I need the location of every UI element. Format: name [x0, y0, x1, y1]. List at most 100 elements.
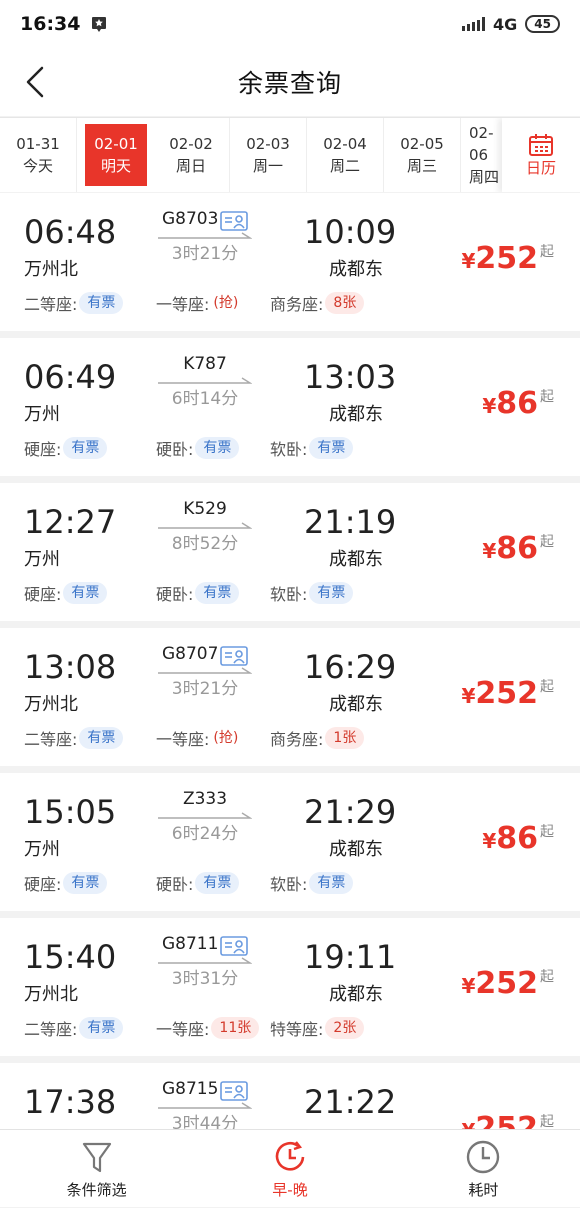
- seat-item: 硬座: 有票: [24, 436, 156, 460]
- arrival-time: 16:29: [304, 648, 397, 686]
- departure-time: 13:08: [24, 648, 117, 686]
- tab-timer[interactable]: 耗时: [387, 1130, 580, 1207]
- date-tab-02-01[interactable]: 02-01 明天: [85, 124, 147, 186]
- seat-item: 二等座: 有票: [24, 726, 156, 750]
- seat-label: 硬座:: [24, 875, 62, 894]
- tab-clock[interactable]: 早-晚: [193, 1130, 386, 1207]
- price-value: 252: [475, 676, 538, 711]
- currency-symbol: ¥: [482, 539, 497, 563]
- network-type: 4G: [493, 14, 518, 34]
- calendar-icon: [529, 134, 553, 156]
- seat-label: 二等座:: [24, 730, 78, 749]
- departure-station: 万州北: [24, 984, 78, 1005]
- weekday-text: 周二: [329, 157, 360, 175]
- seat-status-badge: 有票: [309, 582, 354, 604]
- date-tab-02-03[interactable]: 02-03 周一: [230, 118, 307, 192]
- back-arrow-icon[interactable]: [18, 62, 54, 102]
- seat-item: 一等座: 11张: [156, 1016, 270, 1040]
- train-card[interactable]: 15:05 万州 Z333 6时24分 21:29 成都东 ¥86 起硬座: 有票 硬卧: 有票 软卧…: [0, 773, 580, 911]
- date-tab-02-06[interactable]: 02-06 周四: [461, 118, 501, 192]
- seat-label: 商务座:: [270, 295, 324, 314]
- seat-availability: 二等座: 有票 一等座: (抢) 商务座: 1张: [24, 726, 390, 750]
- price: ¥252起: [461, 676, 554, 711]
- train-card[interactable]: 13:08 万州北 G8707 3时21分 16:29 成都东 ¥252 起二等座: 有票 一等座…: [0, 628, 580, 766]
- timer-icon: [467, 1140, 500, 1174]
- price-value: 252: [475, 966, 538, 1001]
- status-bar: 16:34 4G 45: [0, 0, 580, 48]
- battery-level: 45: [534, 17, 551, 31]
- price: ¥86 起: [482, 531, 554, 566]
- seat-label: 硬卧:: [156, 440, 194, 459]
- date-tab-02-04[interactable]: 02-04 周二: [307, 118, 384, 192]
- travel-duration: 3时21分: [171, 679, 239, 699]
- battery-icon: 45: [525, 15, 560, 33]
- nav-bar: 余票查询: [0, 48, 580, 116]
- seat-item: 软卧: 有票: [270, 436, 390, 460]
- departure-time: 15:05: [24, 793, 117, 831]
- date-text: 02-03: [246, 135, 290, 153]
- seat-status-badge: 有票: [63, 872, 108, 894]
- departure-station: 万州北: [24, 694, 78, 715]
- seat-label: 软卧:: [270, 585, 308, 604]
- train-card[interactable]: 06:49 万州 K787 6时14分 13:03 成都东 ¥86 起硬座: 有票 硬卧: 有票 软卧…: [0, 338, 580, 476]
- currency-symbol: ¥: [461, 249, 476, 273]
- arrival-time: 10:09: [304, 213, 397, 251]
- arrival-station: 成都东: [329, 549, 383, 570]
- id-card-icon: [220, 211, 248, 231]
- seat-status-badge: 有票: [63, 437, 108, 459]
- arrival-station: 成都东: [329, 984, 383, 1005]
- departure-time: 12:27: [24, 503, 117, 541]
- train-card[interactable]: 12:27 万州 K529 8时52分 21:19 成都东 ¥86 起硬座: 有票 硬卧: 有票 软卧…: [0, 483, 580, 621]
- departure-station: 万州: [24, 549, 60, 570]
- price-suffix: 起: [540, 679, 554, 695]
- weekday-text: 周三: [406, 157, 437, 175]
- seat-status-badge: 有票: [195, 582, 240, 604]
- weekday-text: 周四: [469, 168, 500, 186]
- seat-label: 硬卧:: [156, 875, 194, 894]
- seat-label: 二等座:: [24, 295, 78, 314]
- departure-station: 万州: [24, 839, 60, 860]
- arrival-time: 21:29: [304, 793, 397, 831]
- arrival-time: 21:19: [304, 503, 397, 541]
- seat-status-badge: 有票: [79, 727, 124, 749]
- signal-icon: [462, 17, 486, 31]
- date-tab-01-31[interactable]: 01-31 今天: [0, 118, 77, 192]
- seat-item: 硬卧: 有票: [156, 871, 270, 895]
- travel-duration: 6时24分: [171, 824, 239, 844]
- seat-item: 特等座: 2张: [270, 1016, 390, 1040]
- seat-item: 软卧: 有票: [270, 581, 390, 605]
- currency-symbol: ¥: [482, 394, 497, 418]
- id-card-icon: [220, 936, 248, 956]
- seat-item: 一等座: (抢): [156, 726, 270, 750]
- seat-status-badge: (抢): [213, 730, 239, 746]
- date-text: 02-04: [323, 135, 367, 153]
- arrival-station: 成都东: [329, 839, 383, 860]
- id-card-icon: [220, 646, 248, 666]
- price: ¥86 起: [482, 386, 554, 421]
- date-tab-02-02[interactable]: 02-02 周日: [153, 118, 230, 192]
- date-tab-02-05[interactable]: 02-05 周三: [384, 118, 461, 192]
- seat-item: 商务座: 1张: [270, 726, 390, 750]
- currency-symbol: ¥: [482, 829, 497, 853]
- departure-station: 万州: [24, 404, 60, 425]
- seat-status-badge: 有票: [195, 437, 240, 459]
- date-text: 02-06: [469, 124, 494, 164]
- train-card[interactable]: 15:40 万州北 G8711 3时31分 19:11 成都东 ¥252 起二等座: 有票 一等座…: [0, 918, 580, 1056]
- seat-availability: 二等座: 有票 一等座: (抢) 商务座: 8张: [24, 291, 390, 315]
- calendar-button[interactable]: 日历: [502, 118, 580, 192]
- weekday-text: 周日: [175, 157, 206, 175]
- price-suffix: 起: [540, 969, 554, 985]
- seat-status-badge: 有票: [63, 582, 108, 604]
- seat-item: 硬座: 有票: [24, 871, 156, 895]
- tab-label: 耗时: [468, 1181, 499, 1199]
- date-text: 01-31: [16, 135, 60, 153]
- seat-status-badge: 1张: [325, 727, 365, 749]
- departure-time: 15:40: [24, 938, 117, 976]
- seat-label: 一等座:: [156, 730, 210, 749]
- price-suffix: 起: [540, 244, 554, 260]
- page-title: 余票查询: [237, 69, 342, 98]
- train-card[interactable]: 06:48 万州北 G8703 3时21分 10:09 成都东 ¥252 起二等座: 有票 一等座…: [0, 193, 580, 331]
- tab-filter[interactable]: 条件筛选: [0, 1130, 193, 1207]
- seat-item: 软卧: 有票: [270, 871, 390, 895]
- date-text: 02-02: [169, 135, 213, 153]
